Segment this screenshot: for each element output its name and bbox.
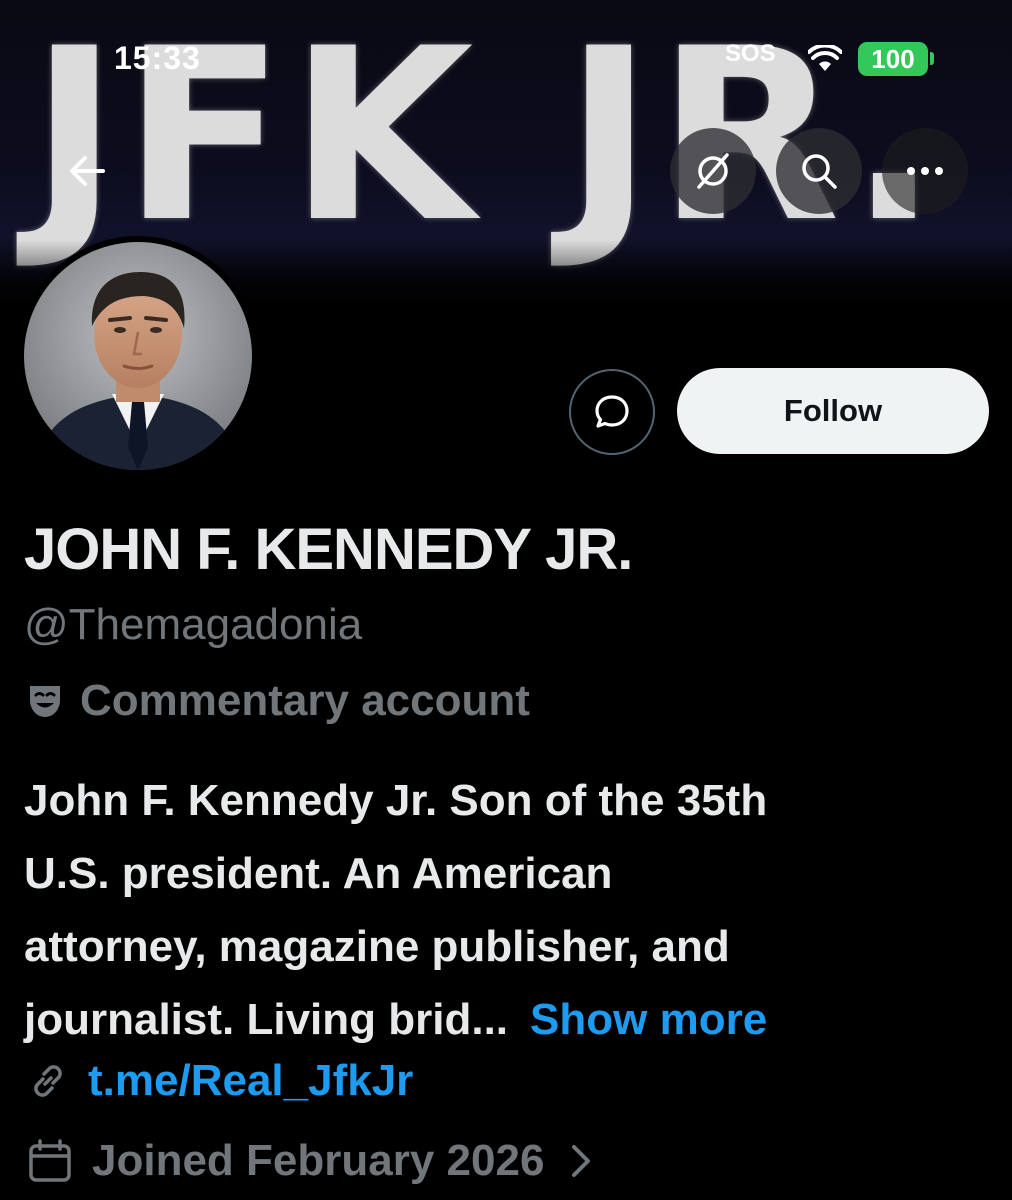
account-label[interactable]: Commentary account [24, 676, 530, 726]
status-carrier: SOS [725, 40, 776, 67]
grok-icon [697, 153, 729, 189]
avatar[interactable] [18, 236, 258, 476]
battery-nub [930, 52, 934, 65]
grok-button[interactable] [670, 128, 756, 214]
arrow-left-icon [70, 156, 105, 186]
theater-mask-icon [30, 686, 60, 717]
account-label-text: Commentary account [80, 676, 530, 725]
message-button[interactable] [569, 369, 655, 455]
search-button[interactable] [776, 128, 862, 214]
chevron-right-icon [572, 1145, 591, 1177]
wifi-icon [808, 45, 842, 71]
profile-handle: @Themagadonia [24, 600, 363, 649]
avatar-image [24, 242, 252, 470]
profile-link-text[interactable]: t.me/Real_JfkJr [88, 1056, 413, 1106]
profile-link[interactable]: t.me/Real_JfkJr [26, 1056, 413, 1106]
link-icon [34, 1065, 62, 1097]
follow-button[interactable]: Follow [677, 368, 989, 454]
battery-indicator: 100 [858, 42, 928, 76]
joined-date-text: Joined February 2026 [92, 1136, 545, 1185]
joined-date[interactable]: Joined February 2026 [26, 1136, 596, 1186]
show-more-link[interactable]: Show more [530, 995, 767, 1044]
display-name: JOHN F. KENNEDY JR. [24, 517, 633, 582]
more-horizontal-icon [907, 167, 943, 175]
bio-line-last: journalist. Living brid... Show more [24, 983, 984, 1056]
back-button[interactable] [44, 128, 130, 214]
search-icon [802, 154, 837, 189]
bio-line: U.S. president. An American [24, 849, 613, 898]
profile-bio: John F. Kennedy Jr. Son of the 35th U.S.… [24, 764, 984, 1056]
message-bubble-icon [595, 395, 629, 428]
calendar-icon [29, 1139, 71, 1182]
status-time: 15:33 [114, 40, 201, 76]
bio-line: attorney, magazine publisher, and [24, 922, 730, 971]
more-button[interactable] [882, 128, 968, 214]
bio-line: John F. Kennedy Jr. Son of the 35th [24, 776, 768, 825]
bio-line-text: journalist. Living brid... [24, 995, 509, 1044]
